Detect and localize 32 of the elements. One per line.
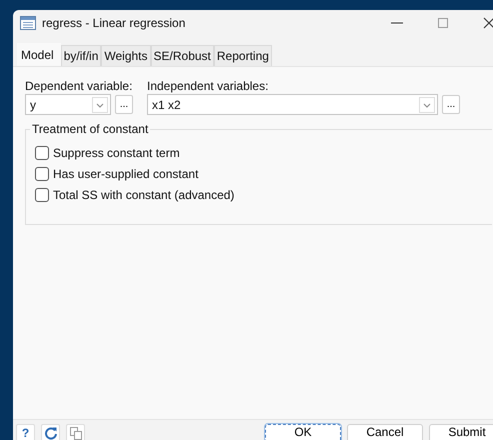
checkbox-label: Has user-supplied constant — [53, 167, 198, 181]
copy-icon — [68, 426, 82, 440]
dialog-button[interactable]: Cancel — [347, 424, 423, 440]
tab[interactable]: Reporting — [214, 45, 272, 66]
tab[interactable]: SE/Robust — [150, 45, 214, 66]
dropdown-field[interactable]: y — [25, 94, 111, 115]
dialog-button[interactable]: Submit — [429, 424, 493, 440]
field-label: Dependent variable: — [25, 79, 133, 93]
tab[interactable]: Weights — [101, 45, 151, 66]
tab[interactable]: by/if/in — [60, 45, 102, 66]
checkbox-label: Total SS with constant (advanced) — [53, 188, 234, 202]
dropdown-field[interactable]: x1 x2 — [147, 94, 438, 115]
copy-button[interactable] — [66, 424, 85, 440]
chevron-down-icon — [419, 96, 435, 112]
browse-button[interactable]: ... — [115, 95, 133, 114]
browse-button[interactable]: ... — [442, 95, 460, 114]
tab[interactable]: Model — [17, 43, 61, 66]
checkbox[interactable] — [35, 167, 49, 181]
dialog-icon — [20, 16, 36, 30]
maximize-icon[interactable] — [437, 17, 449, 29]
field-label: Independent variables: — [147, 79, 270, 93]
window-title: regress - Linear regression — [42, 16, 186, 30]
checkbox-label: Suppress constant term — [53, 146, 180, 160]
checkbox[interactable] — [35, 146, 49, 160]
refresh-icon — [44, 426, 58, 440]
help-button[interactable]: ? — [16, 424, 35, 440]
group-title: Treatment of constant — [30, 122, 150, 136]
chevron-down-icon — [92, 96, 108, 112]
checkbox[interactable] — [35, 188, 49, 202]
close-icon[interactable] — [483, 17, 493, 29]
dialog-button[interactable]: OK — [265, 424, 341, 440]
reset-button[interactable] — [41, 424, 60, 440]
